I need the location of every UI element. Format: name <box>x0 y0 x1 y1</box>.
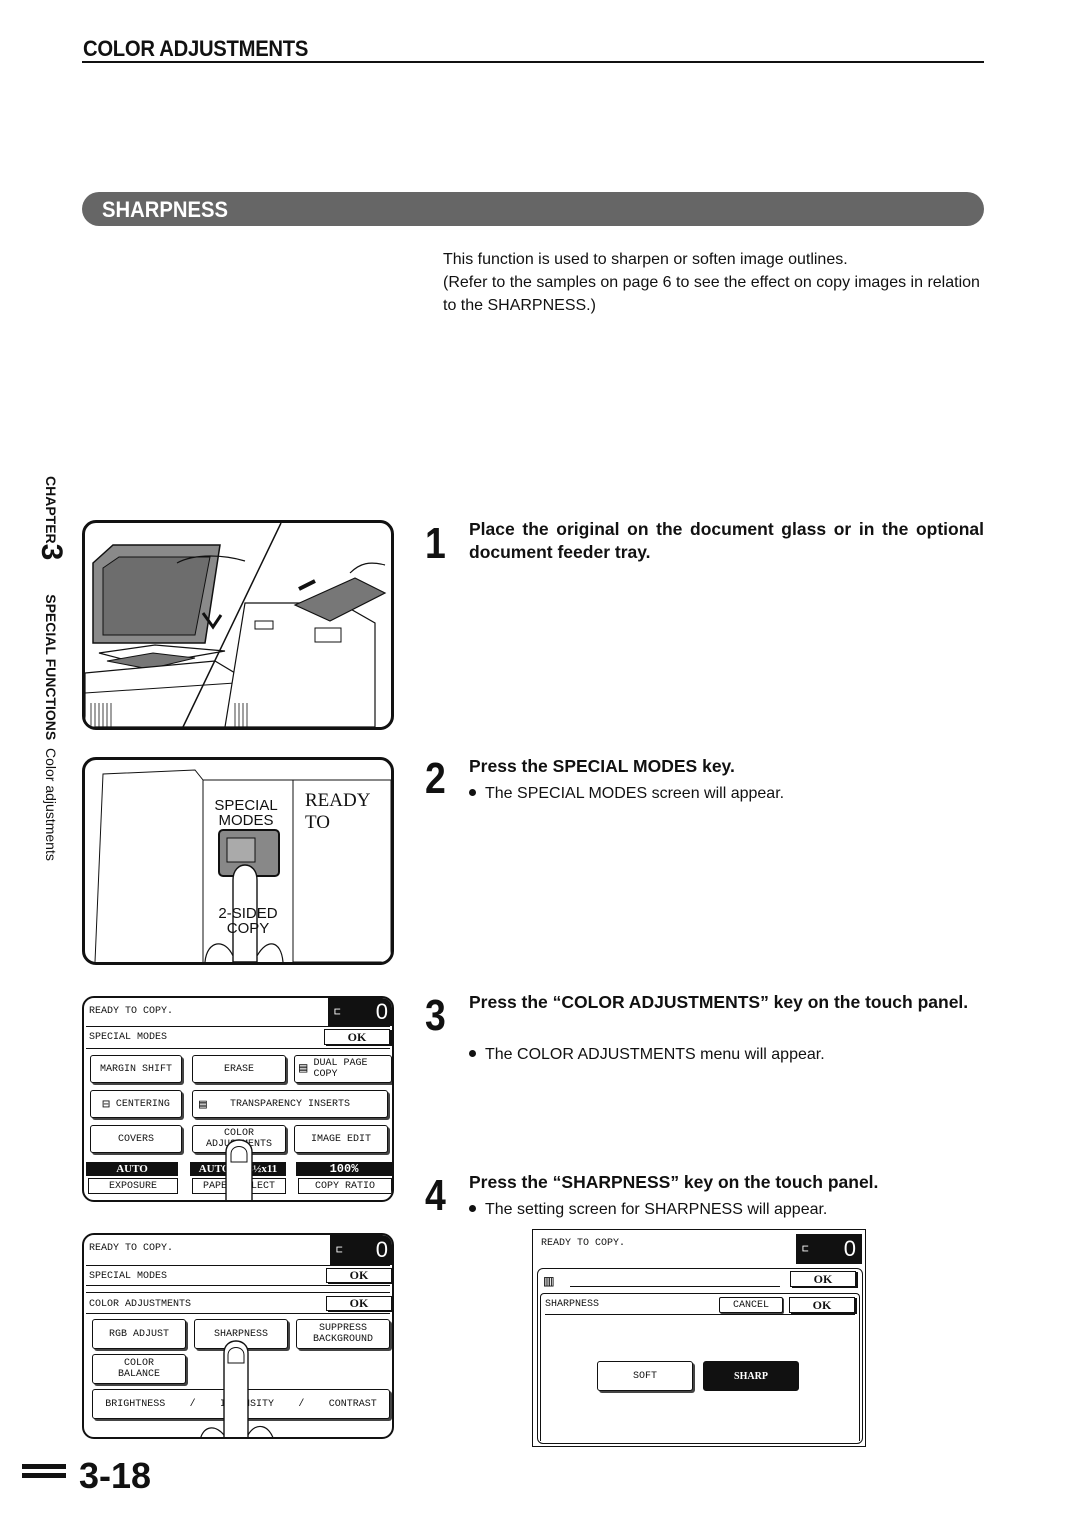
chapter-label: CHAPTER <box>43 476 59 544</box>
transparency-icon: ▤ <box>199 1096 207 1112</box>
exposure-value-text: AUTO <box>116 1163 148 1175</box>
sharpness-ok-button[interactable]: OK <box>789 1297 855 1313</box>
touch-panel-sharpness: READY TO COPY. ⊏ 0 ▥ OK SHARPNESS CANCEL… <box>532 1229 866 1447</box>
step-2-number: 2 <box>425 754 446 803</box>
rgb-adjust-button[interactable]: RGB ADJUST <box>92 1319 186 1349</box>
two-sided-copy-label: 2-SIDED COPY <box>210 906 286 936</box>
step-3-number: 3 <box>425 991 446 1040</box>
sharp-button[interactable]: SHARP <box>703 1361 799 1391</box>
step-3-heading: Press the “COLOR ADJUSTMENTS” key on the… <box>469 992 969 1012</box>
special-modes-key[interactable] <box>233 830 289 878</box>
cancel-button[interactable]: CANCEL <box>719 1297 783 1313</box>
section-rule <box>82 61 984 63</box>
exposure-value[interactable]: AUTO <box>86 1162 178 1176</box>
separator: / <box>298 1398 305 1410</box>
two-sided-line-2: COPY <box>226 920 270 937</box>
copier-illustration <box>82 520 394 730</box>
centering-button[interactable]: ⊟ CENTERING <box>90 1090 182 1118</box>
key-label-line-1: SPECIAL <box>214 797 278 814</box>
key-label-line-2: MODES <box>218 812 274 829</box>
two-sided-line-1: 2-SIDED <box>218 905 278 922</box>
margin-shift-button[interactable]: MARGIN SHIFT <box>90 1055 182 1083</box>
sharpness-setting-area: SHARPNESS CANCEL OK SOFT SHARP <box>540 1293 860 1441</box>
brightness-label: BRIGHTNESS <box>105 1398 166 1410</box>
finger-pointer-icon <box>200 1340 274 1437</box>
touch-panel-special-modes: READY TO COPY. ⊏ 0 SPECIAL MODES OK MARG… <box>82 996 394 1202</box>
step-4-bullet: The setting screen for SHARPNESS will ap… <box>469 1200 827 1220</box>
step-2-bullet: The SPECIAL MODES screen will appear. <box>469 784 784 804</box>
color-balance-button[interactable]: COLOR BALANCE <box>92 1354 186 1384</box>
color-adjustments-ok-button[interactable]: OK <box>326 1296 392 1311</box>
chapter-number: 3 <box>35 543 68 561</box>
paper-tray-icon: ⊏ <box>802 1244 809 1256</box>
color-balance-line-1: COLOR <box>123 1358 154 1369</box>
copy-count: 0 <box>375 999 388 1024</box>
chapter-side-tab: CHAPTER3 SPECIAL FUNCTIONS Color adjustm… <box>28 476 68 946</box>
suppress-line-1: SUPPRESS <box>318 1323 367 1334</box>
copy-counter: ⊏ 0 <box>328 998 392 1026</box>
dual-page-line-1: DUAL PAGE <box>313 1058 368 1069</box>
chapter-section: SPECIAL FUNCTIONS <box>43 594 59 741</box>
centering-icon: ⊟ <box>102 1096 110 1112</box>
subsection-title: SHARPNESS <box>102 197 228 222</box>
copy-counter: ⊏ 0 <box>330 1235 392 1265</box>
centering-label: CENTERING <box>115 1098 170 1110</box>
bullet-icon <box>469 1050 476 1057</box>
chapter-subsection: Color adjustments <box>43 748 59 861</box>
dual-page-line-2: COPY <box>313 1069 338 1080</box>
panel-display-text: READY TO <box>305 790 370 833</box>
intro-line-2: (Refer to the samples on page 6 to see t… <box>443 274 980 314</box>
step-4-bullet-text: The setting screen for SHARPNESS will ap… <box>485 1201 828 1218</box>
erase-button[interactable]: ERASE <box>192 1055 286 1083</box>
transparency-label: TRANSPARENCY INSERTS <box>229 1098 351 1110</box>
copy-count: 0 <box>843 1236 856 1261</box>
special-modes-ok-button[interactable]: OK <box>326 1268 392 1283</box>
step-2-bullet-text: The SPECIAL MODES screen will appear. <box>485 785 785 802</box>
paper-tray-icon: ⊏ <box>336 1245 343 1257</box>
separator: / <box>189 1398 196 1410</box>
step-1-number: 1 <box>425 519 446 568</box>
color-adjustments-icon: ▥ <box>544 1273 554 1291</box>
ok-button[interactable]: OK <box>324 1029 390 1045</box>
intro-line-1: This function is used to sharpen or soft… <box>443 251 848 268</box>
control-panel-illustration: SPECIAL MODES READY TO 2-SIDED COPY <box>82 757 394 965</box>
page-number: 3-18 <box>79 1455 152 1496</box>
sharpness-title: SHARPNESS <box>545 1299 600 1310</box>
suppress-line-2: BACKGROUND <box>312 1334 373 1345</box>
exposure-label[interactable]: EXPOSURE <box>88 1178 178 1194</box>
paper-tray-icon: ⊏ <box>334 1007 341 1019</box>
color-adjustments-ok-button[interactable]: OK <box>790 1271 856 1287</box>
intro-text: This function is used to sharpen or soft… <box>443 248 988 317</box>
copier-drawing <box>85 523 387 727</box>
suppress-background-button[interactable]: SUPPRESS BACKGROUND <box>296 1319 390 1349</box>
finger-pointer-icon <box>225 1139 253 1200</box>
contrast-label: CONTRAST <box>328 1398 377 1410</box>
dual-page-copy-button[interactable]: ▤ DUAL PAGE COPY <box>294 1055 392 1083</box>
step-2-heading: Press the SPECIAL MODES key. <box>469 756 735 776</box>
step-3-bullet: The COLOR ADJUSTMENTS menu will appear. <box>469 1045 825 1065</box>
touch-panel-color-adjustments: READY TO COPY. ⊏ 0 SPECIAL MODES OK COLO… <box>82 1233 394 1439</box>
step-4-heading: Press the “SHARPNESS” key on the touch p… <box>469 1172 879 1192</box>
page-number-bars <box>22 1464 66 1482</box>
bullet-icon <box>469 789 476 796</box>
transparency-inserts-button[interactable]: ▤ TRANSPARENCY INSERTS <box>192 1090 388 1118</box>
covers-button[interactable]: COVERS <box>90 1125 182 1153</box>
copy-counter: ⊏ 0 <box>796 1234 862 1264</box>
step-1-heading: Place the original on the document glass… <box>469 519 984 562</box>
step-4-number: 4 <box>425 1171 446 1220</box>
copy-ratio-value[interactable]: 100% <box>296 1162 392 1176</box>
step-3-bullet-text: The COLOR ADJUSTMENTS menu will appear. <box>485 1046 825 1063</box>
special-modes-key-label: SPECIAL MODES <box>205 798 287 828</box>
dual-page-icon: ▤ <box>299 1060 308 1077</box>
bullet-icon <box>469 1205 476 1212</box>
copy-count: 0 <box>375 1237 388 1262</box>
soft-button[interactable]: SOFT <box>597 1361 693 1391</box>
sharpness-dialog: ▥ OK SHARPNESS CANCEL OK SOFT SHARP <box>537 1268 863 1444</box>
section-title: COLOR ADJUSTMENTS <box>83 36 309 61</box>
image-edit-button[interactable]: IMAGE EDIT <box>294 1125 388 1153</box>
copy-ratio-label[interactable]: COPY RATIO <box>298 1178 392 1194</box>
color-balance-line-2: BALANCE <box>117 1369 160 1380</box>
